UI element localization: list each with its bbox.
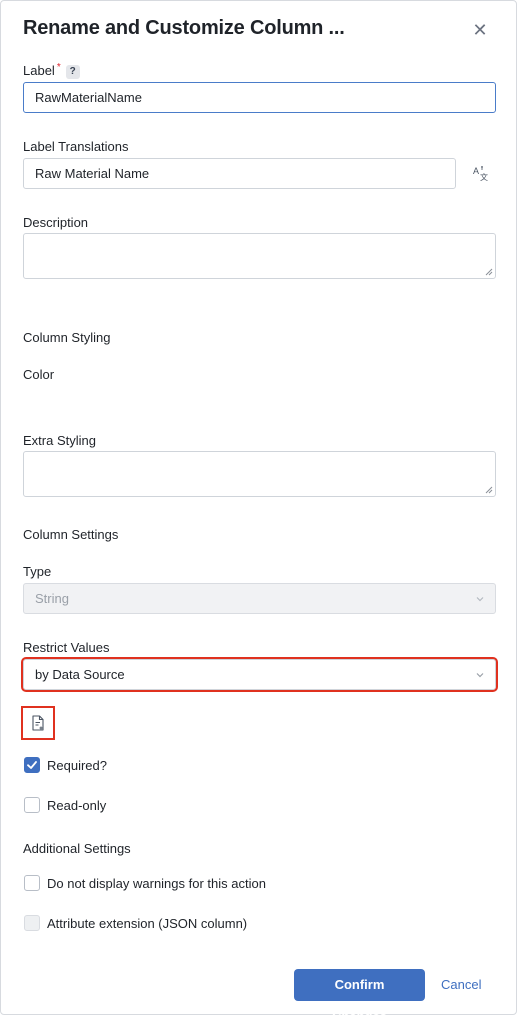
readonly-checkbox[interactable]	[24, 797, 40, 813]
chevron-down-icon	[476, 673, 484, 678]
restrict-values-label: Restrict Values	[23, 640, 110, 655]
no-warnings-label: Do not display warnings for this action	[47, 876, 266, 891]
column-settings-heading: Column Settings	[23, 527, 119, 542]
label-text: Label	[23, 63, 55, 78]
restrict-values-value: by Data Source	[35, 667, 125, 682]
description-label: Description	[23, 215, 89, 230]
restrict-values-select[interactable]: by Data Source	[21, 657, 498, 692]
attribute-extension-checkbox	[24, 915, 40, 931]
type-select-value: String	[35, 591, 69, 606]
color-label: Color	[23, 367, 55, 382]
column-styling-heading: Column Styling	[23, 330, 111, 345]
no-warnings-checkbox[interactable]	[24, 875, 40, 891]
confirm-changes-button[interactable]: Confirm Changes	[294, 969, 425, 1024]
cancel-button[interactable]: Cancel	[441, 969, 481, 1001]
svg-text:A: A	[473, 166, 479, 176]
label-input[interactable]: RawMaterialName	[23, 82, 496, 113]
check-icon	[27, 761, 37, 769]
data-source-document-button[interactable]	[21, 706, 55, 740]
svg-text:文: 文	[480, 172, 488, 182]
attribute-extension-label: Attribute extension (JSON column)	[47, 916, 248, 931]
close-icon[interactable]: ✕	[471, 21, 489, 39]
readonly-label: Read-only	[47, 798, 107, 813]
translate-icon[interactable]: A 文	[471, 164, 489, 182]
required-checkbox[interactable]	[24, 757, 40, 773]
additional-settings-heading: Additional Settings	[23, 841, 131, 856]
resize-grip-icon[interactable]	[485, 486, 493, 494]
type-label: Type	[23, 564, 52, 579]
resize-grip-icon[interactable]	[485, 268, 493, 276]
type-select: String	[23, 583, 496, 614]
extra-styling-textarea[interactable]	[23, 451, 496, 497]
dialog-title: Rename and Customize Column ...	[23, 17, 345, 39]
chevron-down-icon	[476, 597, 484, 602]
rename-column-dialog: Rename and Customize Column ... ✕ Label *…	[0, 0, 517, 1024]
required-label: Required?	[47, 758, 107, 773]
document-add-icon	[32, 715, 44, 731]
description-textarea[interactable]	[23, 233, 496, 279]
help-icon[interactable]: ?	[65, 65, 80, 79]
label-field-label: Label *?	[23, 62, 80, 79]
extra-styling-label: Extra Styling	[23, 433, 96, 448]
required-star: *	[56, 62, 61, 73]
translations-input[interactable]: Raw Material Name	[23, 158, 456, 189]
translations-label: Label Translations	[23, 139, 129, 154]
